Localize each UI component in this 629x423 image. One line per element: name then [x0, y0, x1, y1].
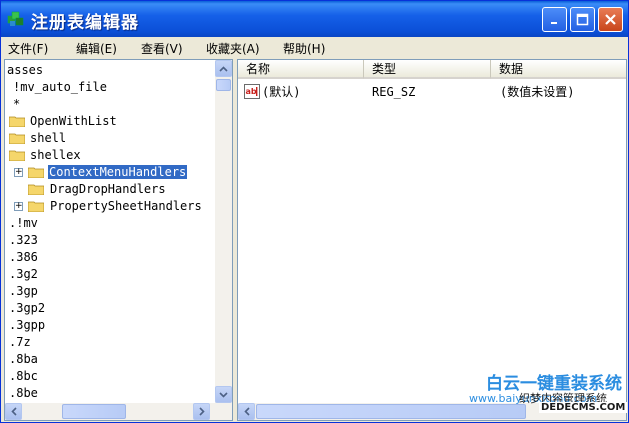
column-header-type[interactable]: 类型: [364, 60, 491, 79]
scroll-thumb[interactable]: [62, 404, 126, 419]
registry-editor-window: 注册表编辑器 文件(F) 编辑(E) 查看(V) 收藏夹(A) 帮助(H) as…: [0, 0, 629, 423]
chevron-left-icon: [10, 407, 17, 416]
scroll-left-button[interactable]: [238, 403, 255, 420]
scroll-thumb[interactable]: [256, 404, 526, 419]
folder-icon: [28, 167, 44, 178]
folder-icon: [28, 184, 44, 195]
tree-item-label: .8ba: [9, 352, 38, 366]
chevron-right-icon: [198, 407, 205, 416]
tree-item[interactable]: .323: [9, 232, 38, 249]
menu-favorites[interactable]: 收藏夹(A): [206, 40, 260, 57]
value-type: REG_SZ: [372, 85, 416, 99]
chevron-down-icon: [219, 391, 228, 398]
expand-toggle[interactable]: +: [14, 168, 23, 177]
tree-item[interactable]: !mv_auto_file: [13, 79, 107, 96]
tree-horizontal-scrollbar[interactable]: [5, 403, 232, 420]
close-icon: [605, 14, 616, 25]
tree-item-label: .3gp: [9, 284, 38, 298]
tree-item[interactable]: .386: [9, 249, 38, 266]
tree-item[interactable]: .3g2: [9, 266, 38, 283]
tree-item[interactable]: .3gp: [9, 283, 38, 300]
tree-item[interactable]: asses: [7, 62, 43, 79]
window-title: 注册表编辑器: [31, 13, 139, 33]
value-data: (数值未设置): [500, 85, 575, 99]
folder-icon: [9, 133, 25, 144]
tree-item[interactable]: DragDropHandlers: [50, 181, 166, 198]
tree-item-selected[interactable]: ContextMenuHandlers: [46, 164, 189, 181]
open-folder-icon: [9, 150, 25, 161]
scroll-right-button[interactable]: [193, 403, 210, 420]
tree-item-label: .7z: [9, 335, 31, 349]
tree-item-label: DragDropHandlers: [50, 182, 166, 196]
tree-item-label: .323: [9, 233, 38, 247]
tree-item[interactable]: shellex: [30, 147, 81, 164]
tree-vertical-scrollbar[interactable]: [215, 60, 232, 403]
chevron-up-icon: [219, 65, 228, 72]
tree-item[interactable]: .8ba: [9, 351, 38, 368]
values-pane[interactable]: 名称 类型 数据 ab (默认) REG_SZ (数值未设置): [237, 59, 627, 421]
menu-bar: 文件(F) 编辑(E) 查看(V) 收藏夹(A) 帮助(H): [1, 37, 628, 58]
key-tree-pane[interactable]: asses !mv_auto_file * OpenWithList shell…: [4, 59, 233, 421]
tree-item-label: *: [13, 97, 21, 111]
tree-item-label: asses: [7, 63, 44, 77]
chevron-left-icon: [243, 407, 250, 416]
tree-item-label: .!mv: [9, 216, 38, 230]
tree-item-label: .8be: [9, 386, 38, 400]
tree-item-label: .386: [9, 250, 38, 264]
column-header-name[interactable]: 名称: [238, 60, 364, 79]
tree-item-label: .3g2: [9, 267, 38, 281]
title-bar[interactable]: 注册表编辑器: [1, 1, 628, 37]
tree-item-label: shell: [30, 131, 67, 145]
tree-item[interactable]: shell: [30, 130, 66, 147]
tree-item-label: .8bc: [9, 369, 38, 383]
menu-edit[interactable]: 编辑(E): [76, 40, 117, 57]
tree-item-label: .3gpp: [9, 318, 46, 332]
tree-item[interactable]: .7z: [9, 334, 31, 351]
expand-toggle[interactable]: +: [14, 202, 23, 211]
column-header-data[interactable]: 数据: [491, 60, 626, 79]
folder-icon: [9, 116, 25, 127]
scroll-up-button[interactable]: [215, 60, 232, 77]
scroll-thumb[interactable]: [216, 79, 231, 91]
menu-help[interactable]: 帮助(H): [283, 40, 325, 57]
value-name: (默认): [262, 85, 301, 99]
maximize-icon: [576, 13, 589, 26]
folder-icon: [28, 201, 44, 212]
scroll-left-button[interactable]: [5, 403, 22, 420]
tree-item-label: ContextMenuHandlers: [46, 164, 189, 180]
menu-file[interactable]: 文件(F): [8, 40, 48, 57]
tree-item[interactable]: .3gp2: [9, 300, 45, 317]
tree-item[interactable]: .3gpp: [9, 317, 45, 334]
tree-item[interactable]: *: [13, 96, 20, 113]
watermark-dedecms: DEDECMS.COM: [539, 402, 628, 413]
menu-view[interactable]: 查看(V): [141, 40, 183, 57]
tree-item[interactable]: OpenWithList: [30, 113, 117, 130]
tree-item-label: !mv_auto_file: [13, 80, 107, 94]
registry-editor-icon: [7, 11, 24, 26]
minimize-button[interactable]: [542, 7, 567, 32]
tree-item-label: OpenWithList: [30, 114, 117, 128]
scroll-down-button[interactable]: [215, 386, 232, 403]
tree-item-label: shellex: [30, 148, 81, 162]
close-button[interactable]: [598, 7, 623, 32]
tree-item[interactable]: .8bc: [9, 368, 38, 385]
minimize-icon: [550, 21, 557, 24]
maximize-button[interactable]: [570, 7, 595, 32]
tree-item[interactable]: .8be: [9, 385, 38, 402]
svg-text:ab: ab: [246, 87, 257, 96]
tree-item-label: .3gp2: [9, 301, 46, 315]
string-value-icon: ab: [244, 84, 260, 99]
tree-item-label: PropertySheetHandlers: [50, 199, 202, 213]
tree-item[interactable]: PropertySheetHandlers: [50, 198, 202, 215]
tree-item[interactable]: .!mv: [9, 215, 38, 232]
